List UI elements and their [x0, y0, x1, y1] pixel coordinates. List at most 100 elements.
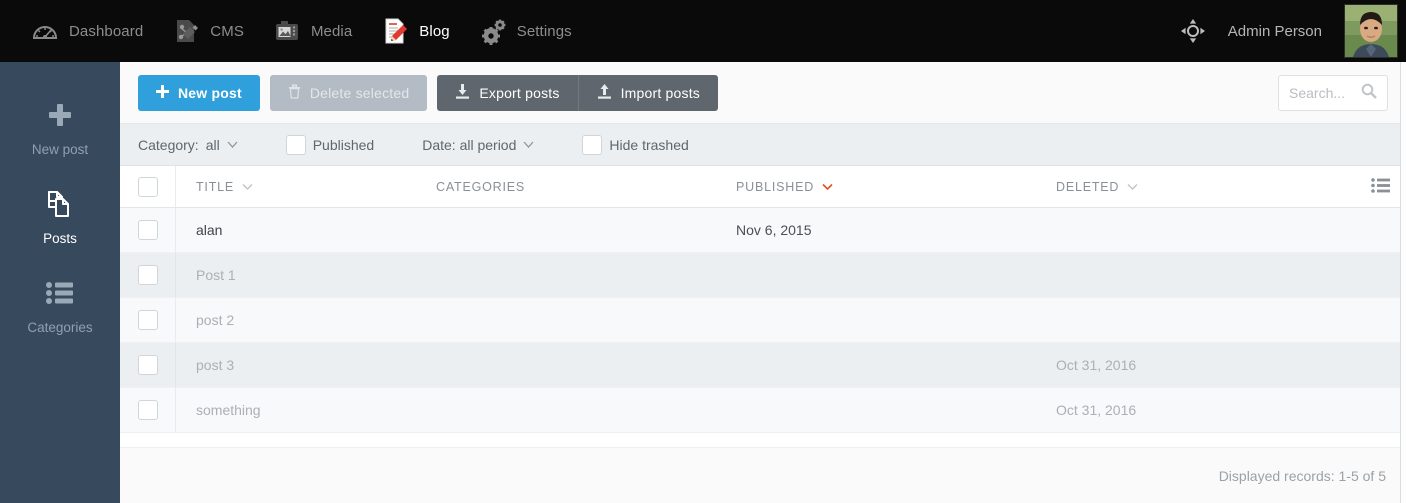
- upload-icon: [597, 83, 612, 102]
- main-content: New post Delete selected Export posts Im…: [120, 62, 1406, 503]
- chevron-down-icon: [227, 141, 238, 148]
- pages-copy-icon: [0, 187, 120, 221]
- row-select-wrap: [138, 253, 176, 297]
- posts-table-body: alan Nov 6, 2015 Post 1 post 2 post 3 Oc…: [120, 207, 1406, 433]
- camera-icon: [272, 16, 302, 46]
- admin-user-name[interactable]: Admin Person: [1228, 23, 1322, 40]
- row-select-cell: [120, 207, 176, 253]
- category-filter[interactable]: Category: all: [138, 137, 238, 153]
- nav-item-settings[interactable]: Settings: [464, 0, 586, 62]
- sidebar-item-new-post[interactable]: New post: [0, 84, 120, 173]
- chevron-down-icon: [1127, 184, 1138, 190]
- hide-trashed-filter[interactable]: Hide trashed: [582, 134, 689, 155]
- cell-deleted: Oct 31, 2016: [1056, 342, 1296, 388]
- col-title-sort[interactable]: TITLE: [196, 180, 436, 194]
- chevron-down-icon-active: [822, 183, 833, 191]
- cell-title: Post 1: [176, 252, 436, 298]
- table-row[interactable]: Post 1: [120, 252, 1406, 298]
- cell-deleted: [1056, 252, 1296, 298]
- filter-bar: Category: all Published Date: all period: [120, 124, 1406, 166]
- sidebar-item-posts[interactable]: Posts: [0, 173, 120, 262]
- top-navigation-bar: Dashboard CMS Media Blog Settings Admin …: [0, 0, 1406, 62]
- nav-item-dashboard[interactable]: Dashboard: [16, 0, 157, 62]
- nav-item-blog[interactable]: Blog: [366, 0, 463, 62]
- table-row[interactable]: post 2: [120, 297, 1406, 343]
- cell-published: [736, 252, 1056, 298]
- search-icon[interactable]: [1361, 83, 1377, 104]
- published-filter[interactable]: Published: [285, 134, 375, 155]
- cell-actions: [1296, 252, 1406, 298]
- posts-table: TITLE CATEGORIES PUBLISHED DELETED alan …: [120, 166, 1406, 433]
- col-settings[interactable]: [1296, 166, 1406, 208]
- row-checkbox[interactable]: [138, 220, 158, 240]
- row-checkbox[interactable]: [138, 400, 158, 420]
- table-row[interactable]: alan Nov 6, 2015: [120, 207, 1406, 253]
- gauge-icon: [30, 16, 60, 46]
- cell-published: Nov 6, 2015: [736, 207, 1056, 253]
- col-categories-sort[interactable]: CATEGORIES: [436, 180, 736, 194]
- posts-table-head: TITLE CATEGORIES PUBLISHED DELETED: [120, 166, 1406, 208]
- cell-deleted: [1056, 207, 1296, 253]
- cell-actions: [1296, 342, 1406, 388]
- col-deleted[interactable]: DELETED: [1056, 166, 1296, 208]
- cell-title: post 3: [176, 342, 436, 388]
- date-filter[interactable]: Date: all period: [422, 137, 534, 153]
- sidebar-item-categories[interactable]: Categories: [0, 262, 120, 351]
- plus-icon: [156, 84, 169, 101]
- new-post-button[interactable]: New post: [138, 74, 260, 111]
- col-title[interactable]: TITLE: [176, 166, 436, 208]
- displayed-records-text: Displayed records: 1-5 of 5: [1218, 467, 1386, 484]
- nav-item-media[interactable]: Media: [258, 0, 366, 62]
- document-pencil-icon: [380, 16, 410, 46]
- import-posts-button-label: Import posts: [620, 84, 700, 101]
- download-icon: [455, 83, 470, 102]
- move-crosshair-icon[interactable]: [1180, 18, 1206, 44]
- row-checkbox[interactable]: [138, 265, 158, 285]
- row-select-cell: [120, 297, 176, 343]
- chevron-down-icon: [242, 184, 253, 190]
- gears-icon: [478, 16, 508, 46]
- vertical-scrollbar[interactable]: [1400, 62, 1406, 503]
- category-filter-value: all: [205, 136, 220, 153]
- row-select-wrap: [138, 298, 176, 342]
- row-checkbox[interactable]: [138, 310, 158, 330]
- sidebar-label-posts: Posts: [43, 231, 77, 246]
- cell-published: [736, 297, 1056, 343]
- cell-actions: [1296, 207, 1406, 253]
- col-published-sort[interactable]: PUBLISHED: [736, 180, 1056, 194]
- hide-trashed-checkbox[interactable]: [582, 134, 603, 155]
- col-deleted-sort[interactable]: DELETED: [1056, 180, 1296, 194]
- nav-label-cms: CMS: [210, 22, 244, 40]
- search-box[interactable]: [1278, 75, 1388, 111]
- row-select-cell: [120, 252, 176, 298]
- table-row[interactable]: something Oct 31, 2016: [120, 387, 1406, 433]
- row-select-wrap: [138, 208, 176, 252]
- avatar[interactable]: [1344, 4, 1398, 58]
- published-filter-label: Published: [312, 136, 375, 153]
- table-row[interactable]: post 3 Oct 31, 2016: [120, 342, 1406, 388]
- search-area: [1278, 75, 1388, 111]
- search-input[interactable]: [1289, 85, 1355, 101]
- col-select-all: [120, 166, 176, 208]
- topbar-user-area: Admin Person: [1180, 0, 1406, 62]
- import-posts-button[interactable]: Import posts: [577, 74, 718, 111]
- delete-selected-button-label: Delete selected: [309, 84, 410, 101]
- sidebar-label-new-post: New post: [31, 142, 89, 157]
- delete-selected-button[interactable]: Delete selected: [269, 74, 428, 111]
- row-select-cell: [120, 387, 176, 433]
- main-nav: Dashboard CMS Media Blog Settings: [0, 0, 586, 62]
- nav-item-cms[interactable]: CMS: [157, 0, 258, 62]
- cell-categories: [436, 252, 736, 298]
- col-categories-label: CATEGORIES: [436, 179, 526, 194]
- row-select-wrap: [138, 388, 176, 432]
- published-checkbox[interactable]: [285, 134, 306, 155]
- select-all-checkbox[interactable]: [138, 176, 158, 197]
- column-settings-icon[interactable]: [1371, 177, 1390, 196]
- col-categories[interactable]: CATEGORIES: [436, 166, 736, 208]
- row-checkbox[interactable]: [138, 355, 158, 375]
- nav-label-blog: Blog: [419, 22, 450, 40]
- import-export-button-group: Export posts Import posts: [437, 74, 718, 111]
- export-posts-button-label: Export posts: [479, 84, 560, 101]
- col-published[interactable]: PUBLISHED: [736, 166, 1056, 208]
- export-posts-button[interactable]: Export posts: [437, 74, 578, 111]
